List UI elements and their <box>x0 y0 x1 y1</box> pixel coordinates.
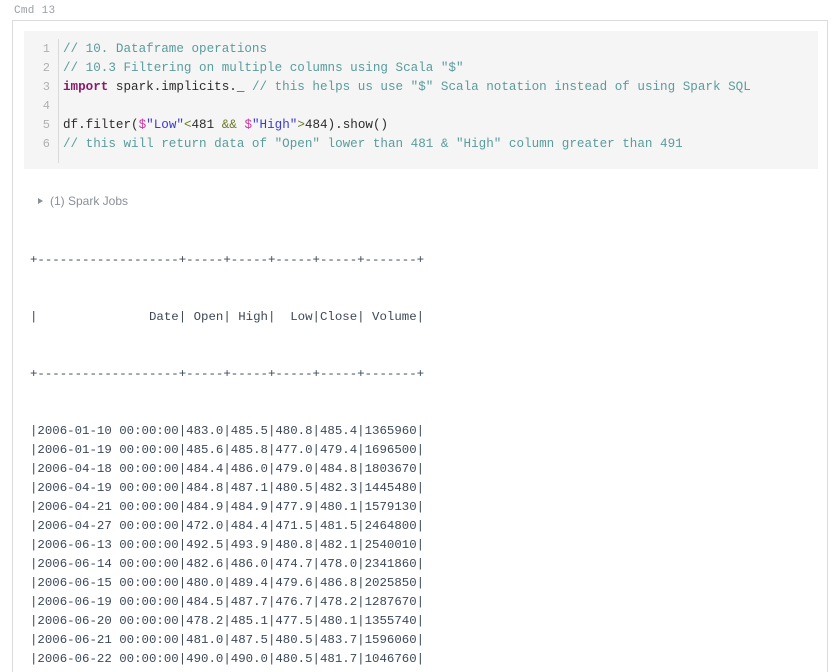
table-row: |2006-04-19 00:00:00|484.8|487.1|480.5|4… <box>30 481 425 495</box>
table-body: |2006-01-10 00:00:00|483.0|485.5|480.8|4… <box>30 422 810 672</box>
token-kw: import <box>63 80 109 94</box>
token-op: < <box>183 118 192 132</box>
code-line: 1 // 10. Dataframe operations <box>24 40 818 59</box>
line-number: 1 <box>42 42 50 56</box>
code-line: 3 import spark.implicits._ // this helps … <box>24 78 818 97</box>
table-row: |2006-04-18 00:00:00|484.4|486.0|479.0|4… <box>30 462 425 476</box>
code-text: // this will return data of "Open" lower… <box>50 135 683 154</box>
table-row: |2006-06-21 00:00:00|481.0|487.5|480.5|4… <box>30 633 425 647</box>
command-index-label: Cmd 13 <box>14 5 56 17</box>
table-border-top: +-------------------+-----+-----+-----+-… <box>30 253 425 267</box>
token-num: 484 <box>304 118 328 132</box>
token-plain: ).show() <box>327 118 389 132</box>
token-comment: // this will return data of "Open" lower… <box>63 137 683 151</box>
code-line: 2 // 10.3 Filtering on multiple columns u… <box>24 59 818 78</box>
notebook-cell: 1 // 10. Dataframe operations 2 // 10.3 Fil… <box>12 20 828 672</box>
token-str: "Low" <box>146 118 184 132</box>
code-text: df.filter($"Low"<481 && $"High">484).sho… <box>50 116 388 135</box>
code-line: 6 // this will return data of "Open" lowe… <box>24 135 818 154</box>
token-comment: // 10.3 Filtering on multiple columns us… <box>63 61 464 75</box>
token-dollar: $ <box>244 118 252 132</box>
cell-output: +-------------------+-----+-----+-----+-… <box>30 213 810 672</box>
table-row: |2006-04-27 00:00:00|472.0|484.4|471.5|4… <box>30 519 425 533</box>
token-plain: spark.implicits._ <box>108 80 252 94</box>
table-header-row: | Date| Open| High| Low|Close| Volume| <box>30 310 425 324</box>
line-number: 3 <box>42 80 50 94</box>
table-row: |2006-06-22 00:00:00|490.0|490.0|480.5|4… <box>30 652 425 666</box>
token-dollar: $ <box>138 118 147 132</box>
line-number: 5 <box>42 118 50 132</box>
token-op: && <box>221 118 237 132</box>
code-text: import spark.implicits._ // this helps u… <box>50 78 751 97</box>
code-text: // 10. Dataframe operations <box>50 40 267 59</box>
code-text: // 10.3 Filtering on multiple columns us… <box>50 59 464 78</box>
code-line: 5 df.filter($"Low"<481 && $"High">484).sh… <box>24 116 818 135</box>
token-str: "High" <box>252 118 298 132</box>
line-number: 6 <box>42 137 50 151</box>
table-row: |2006-06-13 00:00:00|492.5|493.9|480.8|4… <box>30 538 425 552</box>
spark-jobs-label: (1) Spark Jobs <box>50 194 129 208</box>
code-lines: 1 // 10. Dataframe operations 2 // 10.3 Fil… <box>24 40 818 154</box>
table-row: |2006-01-10 00:00:00|483.0|485.5|480.8|4… <box>30 424 425 438</box>
table-border-mid: +-------------------+-----+-----+-----+-… <box>30 367 425 381</box>
token-comment: // 10. Dataframe operations <box>63 42 268 56</box>
line-number: 4 <box>42 99 50 113</box>
spark-jobs-toggle[interactable]: (1) Spark Jobs <box>38 193 128 209</box>
token-num: 481 <box>191 118 215 132</box>
table-row: |2006-04-21 00:00:00|484.9|484.9|477.9|4… <box>30 500 425 514</box>
table-row: |2006-06-14 00:00:00|482.6|486.0|474.7|4… <box>30 557 425 571</box>
code-line: 4 <box>24 97 818 116</box>
token-comment: // this helps us use "$" Scala notation … <box>251 80 751 94</box>
token-plain: df.filter( <box>63 118 139 132</box>
token-op: > <box>297 118 305 132</box>
chevron-right-icon <box>38 198 43 204</box>
table-row: |2006-06-20 00:00:00|478.2|485.1|477.5|4… <box>30 614 425 628</box>
table-row: |2006-06-15 00:00:00|480.0|489.4|479.6|4… <box>30 576 425 590</box>
code-editor[interactable]: 1 // 10. Dataframe operations 2 // 10.3 Fil… <box>24 31 818 169</box>
table-row: |2006-01-19 00:00:00|485.6|485.8|477.0|4… <box>30 443 425 457</box>
table-row: |2006-06-19 00:00:00|484.5|487.7|476.7|4… <box>30 595 425 609</box>
line-number: 2 <box>42 61 50 75</box>
